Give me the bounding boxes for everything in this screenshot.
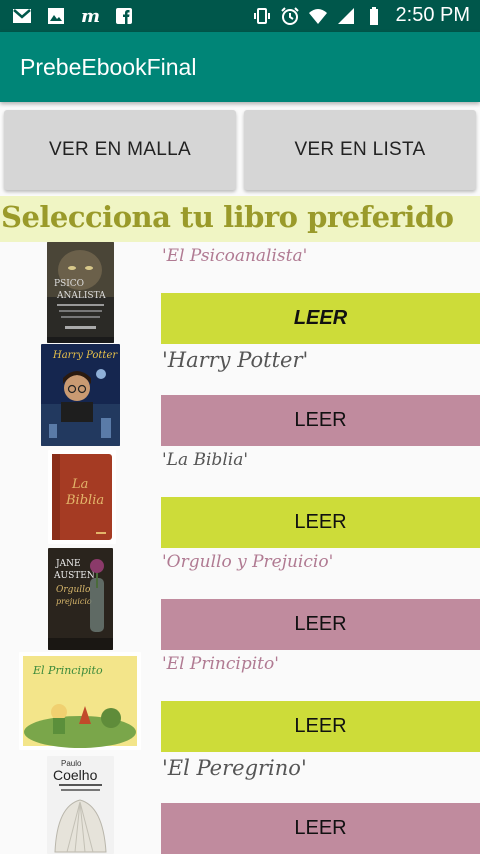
la-biblia-cover[interactable]: La Biblia [48,450,116,544]
read-button[interactable]: LEER [161,701,480,752]
alarm-icon [280,6,299,25]
book-title: 'La Biblia' [162,450,248,470]
svg-text:Harry Potter: Harry Potter [52,350,118,361]
svg-text:PSICO: PSICO [54,279,84,289]
svg-text:AUSTEN: AUSTEN [53,571,95,581]
app-title: PrebeEbookFinal [20,54,197,80]
svg-text:Coelho: Coelho [53,767,98,783]
book-row: El Principito 'El Principito' LEER [0,650,480,752]
svg-text:JANE: JANE [55,559,81,569]
svg-text:La: La [71,477,88,492]
svg-text:Biblia: Biblia [65,493,104,508]
book-row: JANE AUSTEN Orgullo prejuicio 'Orgullo y… [0,548,480,650]
book-title: 'Harry Potter' [162,348,309,372]
heading-banner: Selecciona tu libro preferido [0,196,480,242]
el-principito-cover[interactable]: El Principito [19,652,141,750]
image-icon [48,8,64,24]
page-heading: Selecciona tu libro preferido [1,200,454,234]
read-button[interactable]: LEER [161,497,480,548]
book-row: La Biblia 'La Biblia' LEER [0,446,480,548]
signal-icon [337,7,354,24]
el-peregrino-cover[interactable]: Paulo Coelho [47,756,114,854]
harry-potter-cover[interactable]: Harry Potter [41,344,120,446]
book-list[interactable]: PSICO ANALISTA 'El Psicoanalista' LEER H… [0,242,480,854]
view-toggle-row: VER EN MALLA VER EN LISTA [0,102,480,194]
svg-text:El Principito: El Principito [32,664,103,677]
vibrate-icon [253,7,270,24]
svg-text:prejuicio: prejuicio [56,597,92,606]
book-title: 'El Principito' [162,654,279,674]
wifi-icon [308,8,327,24]
read-button[interactable]: LEER [161,803,480,854]
status-bar: m 2:50 PM [0,0,480,32]
svg-text:m: m [81,6,100,26]
svg-text:ANALISTA: ANALISTA [56,291,106,301]
battery-icon [369,6,378,25]
gmail-icon [13,9,31,23]
notification-icons: m [12,6,134,26]
system-icons: 2:50 PM [252,4,470,27]
book-row: PSICO ANALISTA 'El Psicoanalista' LEER [0,242,480,344]
book-title: 'El Peregrino' [162,756,307,780]
book-row: Paulo Coelho 'El Peregrino' LEER [0,752,480,854]
svg-text:Orgullo: Orgullo [56,585,91,595]
el-psicoanalista-cover[interactable]: PSICO ANALISTA [47,242,114,343]
clock: 2:50 PM [395,4,470,26]
orgullo-y-prejuicio-cover[interactable]: JANE AUSTEN Orgullo prejuicio [48,548,113,650]
read-button[interactable]: LEER [161,599,480,650]
book-row: Harry Potter 'Harry Potter' LEER [0,344,480,446]
book-title: 'Orgullo y Prejuicio' [162,552,334,572]
read-button[interactable]: LEER [161,293,480,344]
grid-view-button[interactable]: VER EN MALLA [4,110,236,190]
read-button[interactable]: LEER [161,395,480,446]
facebook-icon [116,8,132,24]
list-view-button[interactable]: VER EN LISTA [244,110,476,190]
app-bar: PrebeEbookFinal [0,32,480,102]
book-title: 'El Psicoanalista' [162,246,308,266]
m-app-icon: m [81,6,100,26]
